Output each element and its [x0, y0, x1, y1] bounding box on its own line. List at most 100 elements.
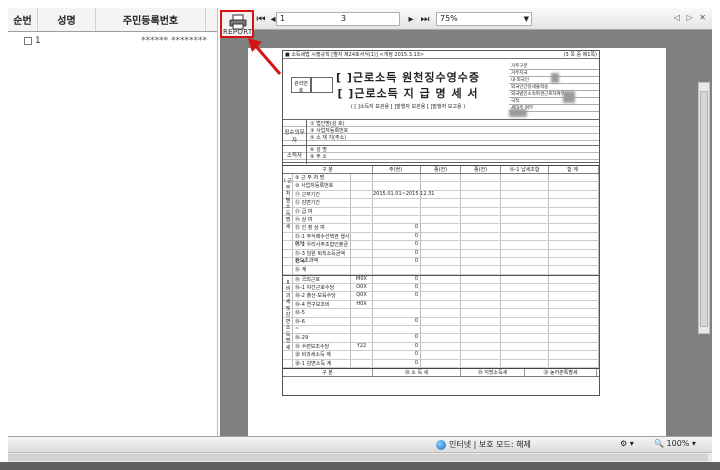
table-header-cell: 종(전) [421, 166, 461, 173]
row-empty-cell [461, 257, 501, 266]
viewer-nav-icons[interactable]: ◁ ▷ ✕ [674, 13, 708, 22]
table-row: ~ [283, 326, 599, 335]
table-header-cell: 종(전) [461, 166, 501, 173]
form-header: ■ 소득세법 시행규칙 [별지 제24호서식(1)] <개정 2015.3.13… [283, 51, 599, 59]
table-row: ⑮ 인 정 상 여 0 [283, 224, 599, 233]
browser-zoom[interactable]: 🔍 100% ▾ [654, 439, 696, 448]
row-number: 1 [35, 36, 41, 46]
grid-row: 외국인단일세율적용 [509, 84, 599, 91]
row-code-cell: Y22 [351, 342, 373, 351]
row-code-cell [351, 241, 373, 249]
col-header-name[interactable]: 성명 [38, 8, 96, 31]
row-empty-cell [461, 266, 501, 274]
footer-cell: ⑲ 지방소득세 [461, 368, 525, 376]
row-empty-cell [421, 275, 461, 284]
row-empty-cell [501, 174, 549, 182]
row-empty-cell [461, 182, 501, 190]
row-value-cell: 0 [373, 359, 421, 367]
row-empty-cell [421, 190, 461, 199]
row-label-cell: ⑩ 사업자등록번호 [293, 182, 351, 190]
col-header-number[interactable]: 순번 [8, 8, 38, 31]
table-row: ⑱ 국외근로 M0X 0 [283, 275, 599, 285]
row-label-cell: ~ [293, 326, 351, 334]
table-row: ⑭ 상 여 [283, 215, 599, 225]
row-total-cell [549, 232, 599, 241]
table-row: ⑱-2 출산·보육수당 Q0X 0 [283, 292, 599, 301]
section1-rows: Ⅰ 근무처별소득명세 ⑨ 근 무 처 명⑩ 사업자등록번호 ⑪ 근무기간 2015.… [283, 174, 599, 275]
income-earner-section: 소득자 ⑥ 성 명 ⑧ 주 소 [283, 145, 599, 164]
row-label-cell: ⑱-4 연구보조비 [293, 300, 351, 309]
section1-label: Ⅰ 근무처별소득명세 [284, 178, 292, 230]
row-total-cell [549, 190, 599, 199]
row-code-cell [351, 232, 373, 241]
print-button[interactable]: REPORT [220, 10, 254, 38]
row-total-cell [549, 199, 599, 207]
zoom-select[interactable]: 75% ▼ [436, 12, 532, 26]
row-total-cell [549, 224, 599, 232]
row-rrn: ****** ******** [141, 36, 207, 46]
resident-info-grid: 거주구분 거주지국 내·외국인 외국인단일세율적용 외국법인소속파견근로자여부 … [509, 63, 599, 115]
payer-rows: ① 법인명(상 호) ③ 사업자등록번호 ⑤ 소 재 지(주소) [283, 120, 599, 141]
row-total-cell [549, 207, 599, 215]
row-empty-cell [461, 317, 501, 326]
security-zone[interactable]: 인터넷 | 보호 모드: 해제 [436, 439, 531, 450]
row-value-cell: 0 [373, 351, 421, 359]
row-empty-cell [501, 351, 549, 359]
page-number-field[interactable]: 1 3 [276, 12, 400, 26]
row-empty-cell [421, 224, 461, 232]
row-empty-cell [421, 215, 461, 224]
row-empty-cell [421, 257, 461, 266]
row-code-cell: O0X [351, 284, 373, 292]
row-empty-cell [461, 326, 501, 334]
table-row: ⑱-29 0 [283, 334, 599, 343]
table-row: ⑩ 사업자등록번호 [283, 182, 599, 191]
row-total-cell [549, 275, 599, 284]
row-empty-cell [461, 215, 501, 224]
table-row: ⑮-3 임원 퇴직소득금액 한도초과액 0 [283, 249, 599, 264]
viewer-toolbar: REPORT ⏮ ◂ 1 3 ▸ ⏭ 75% ▼ ◁ ▷ ✕ [220, 8, 712, 38]
form-title-line1: [ ]근로소득 원천징수영수증 [335, 71, 481, 84]
row-empty-cell [421, 317, 461, 326]
row-checkbox[interactable] [24, 37, 32, 45]
row-code-cell [351, 309, 373, 317]
row-empty-cell [501, 190, 549, 199]
next-page-icon[interactable]: ▸ [404, 12, 418, 26]
horizontal-scrollbar[interactable] [8, 452, 712, 462]
col-header-rrn[interactable]: 주민등록번호 [96, 8, 206, 31]
redacted-block [563, 91, 575, 103]
list-header: 순번 성명 주민등록번호 [8, 8, 217, 32]
row-empty-cell [421, 326, 461, 334]
row-code-cell [351, 207, 373, 215]
row-code-cell: Q0X [351, 292, 373, 300]
row-empty-cell [461, 275, 501, 284]
row-label-cell: ⑪ 근무기간 [293, 190, 351, 199]
row-empty-cell [461, 292, 501, 300]
row-code-cell: M0X [351, 275, 373, 284]
list-item[interactable]: 1 ****** ******** [8, 32, 217, 50]
protected-mode-icon[interactable]: ⚙ ▾ [620, 439, 634, 448]
row-total-cell [549, 359, 599, 367]
table-header-cell: 구 분 [283, 166, 373, 173]
employee-list-panel: 순번 성명 주민등록번호 1 ****** ******** [8, 8, 218, 436]
row-code-cell [351, 190, 373, 199]
row-empty-cell [501, 257, 549, 266]
row-label-cell: ⑭ 상 여 [293, 215, 351, 224]
print-button-label: REPORT [223, 28, 253, 36]
vertical-scrollbar[interactable] [698, 82, 710, 334]
row-code-cell [351, 257, 373, 266]
form-title: [ ]근로소득 원천징수영수증 [ ]근로소득 지 급 명 세 서 ( [ ]소… [303, 69, 513, 110]
scrollbar-thumb[interactable] [8, 454, 708, 461]
row-label-cell: ⑮-4 [293, 257, 351, 266]
annotation-arrow-icon [248, 38, 282, 75]
row-empty-cell [421, 174, 461, 182]
last-page-icon[interactable]: ⏭ [418, 12, 432, 26]
payer-row: ⑤ 소 재 지(주소) [283, 134, 599, 141]
row-empty-cell [501, 292, 549, 300]
row-empty-cell [461, 190, 501, 199]
row-value-cell [373, 326, 421, 334]
row-label-cell: ⑮-2 우리사주조합인출금 [293, 241, 351, 249]
row-value-cell: 0 [373, 257, 421, 266]
scrollbar-thumb[interactable] [700, 91, 708, 327]
row-label-cell: ⑮ 인 정 상 여 [293, 224, 351, 232]
row-empty-cell [421, 249, 461, 257]
